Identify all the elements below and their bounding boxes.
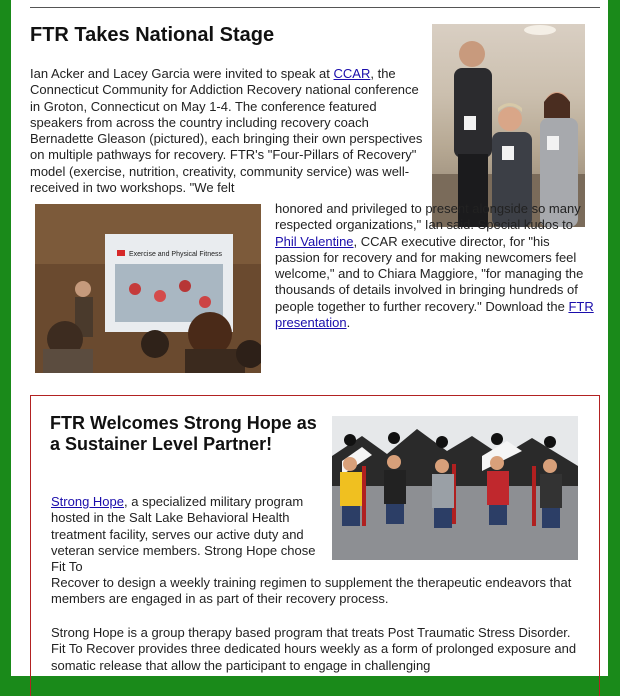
article2-paragraph-continued: Recover to design a weekly training regi… (51, 575, 572, 607)
photo-kettlebell-training (332, 416, 578, 560)
article1-paragraph-top: Ian Acker and Lacey Garcia were invited … (30, 66, 423, 196)
top-divider (30, 7, 600, 8)
article-title-national-stage: FTR Takes National Stage (30, 24, 275, 46)
photo-presentation-room: Exercise and Physical Fitness (35, 204, 261, 373)
strong-hope-link[interactable]: Strong Hope (51, 494, 124, 509)
article-title-strong-hope: FTR Welcomes Strong Hope as a Sustainer … (50, 413, 317, 454)
photo-speakers-group (432, 24, 585, 227)
ccar-link[interactable]: CCAR (334, 66, 371, 81)
article2-paragraph-top: Strong Hope, a specialized military prog… (51, 494, 316, 575)
slide-title: Exercise and Physical Fitness (129, 251, 222, 258)
phil-valentine-link[interactable]: Phil Valentine (275, 234, 354, 249)
newsletter-page: FTR Takes National Stage Ian Acker and L… (11, 0, 608, 696)
article1-paragraph-bottom: honored and privileged to present alongs… (275, 201, 594, 331)
article2-paragraph-second: Strong Hope is a group therapy based pro… (51, 625, 577, 673)
